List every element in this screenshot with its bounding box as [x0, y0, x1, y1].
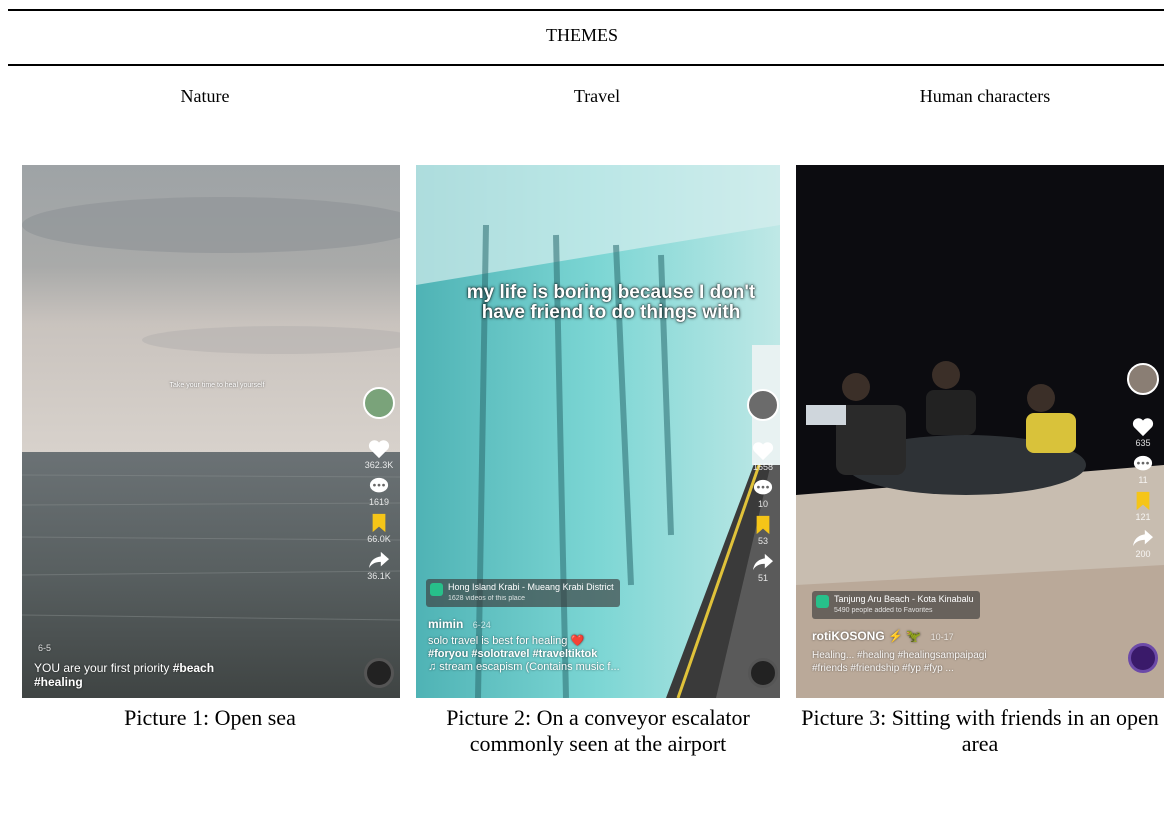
share-count: 36.1K	[367, 571, 391, 581]
location-name: Tanjung Aru Beach - Kota Kinabalu	[834, 594, 974, 604]
location-pin-icon	[816, 595, 829, 608]
comment-count: 10	[757, 499, 768, 509]
save-count: 66.0K	[367, 534, 391, 544]
post-date: 6-24	[472, 620, 491, 630]
caption-picture-1: Picture 1: Open sea	[124, 705, 296, 730]
share-icon[interactable]	[752, 552, 774, 572]
picture-2-airport-escalator: my life is boring because I don't have f…	[416, 165, 780, 698]
post-date: 10-17	[930, 632, 954, 642]
post-caption: YOU are your first priority #beach #heal…	[34, 661, 334, 689]
comment-count: 1619	[368, 497, 390, 507]
location-tag[interactable]: Tanjung Aru Beach - Kota Kinabalu 5490 p…	[812, 591, 980, 619]
comment-icon[interactable]	[752, 478, 774, 498]
avatar[interactable]	[1127, 363, 1159, 395]
picture-3-friends-open-area: 635 11 121 200 Tanjung Aru Beach - Kota …	[796, 165, 1164, 698]
heart-icon[interactable]	[1132, 417, 1154, 437]
post-caption: Healing... #healing #healingsampaipagi #…	[812, 649, 1112, 675]
comment-count: 11	[1138, 475, 1148, 485]
location-subtext: 1628 videos of this place	[448, 595, 526, 602]
hashtags[interactable]: #friends #friendship #fyp #fyp ...	[812, 663, 954, 674]
action-rail: 635 11 121 200	[1126, 363, 1160, 559]
share-count: 51	[757, 573, 768, 583]
caption-picture-3: Picture 3: Sitting with friends in an op…	[801, 705, 1159, 756]
caption-text: YOU are your first priority	[34, 661, 173, 675]
bookmark-icon[interactable]	[368, 513, 390, 533]
music-disc-icon[interactable]	[748, 658, 778, 688]
username[interactable]: mimin	[428, 617, 463, 631]
overlay-text: my life is boring because I don't have f…	[466, 282, 756, 323]
save-count: 53	[757, 536, 768, 546]
comment-icon[interactable]	[1132, 454, 1154, 474]
username[interactable]: rotiKOSONG ⚡ 🦖	[812, 629, 921, 643]
avatar[interactable]	[747, 389, 779, 421]
bookmark-icon[interactable]	[752, 515, 774, 535]
caption-picture-2: Picture 2: On a conveyor escalator commo…	[446, 705, 750, 756]
share-count: 200	[1135, 549, 1151, 559]
action-rail: 362.3K 1619 66.0K 36.1K	[362, 387, 396, 581]
column-heading-travel: Travel	[573, 86, 621, 106]
post-date: 6-5	[38, 641, 51, 655]
column-heading-nature: Nature	[180, 86, 230, 106]
heart-icon[interactable]	[368, 439, 390, 459]
overlay-text: Take your time to heal yourself	[169, 382, 265, 389]
like-count: 635	[1135, 438, 1151, 448]
like-count: 362.3K	[364, 460, 394, 470]
action-rail: 1658 10 53 51	[746, 389, 780, 583]
like-count: 1658	[752, 462, 774, 472]
music-disc-icon[interactable]	[1128, 643, 1158, 673]
save-count: 121	[1135, 512, 1151, 522]
share-icon[interactable]	[1132, 528, 1154, 548]
location-name: Hong Island Krabi - Mueang Krabi Distric…	[448, 582, 614, 592]
post-caption: solo travel is best for healing ❤️ #fory…	[428, 635, 748, 674]
hashtag-healing[interactable]: #healing	[34, 675, 83, 689]
comment-icon[interactable]	[368, 476, 390, 496]
caption-text: solo travel is best for healing ❤️	[428, 635, 585, 647]
column-heading-human: Human characters	[919, 86, 1051, 106]
hashtag-beach[interactable]: #beach	[173, 661, 214, 675]
location-subtext: 5490 people added to Favorites	[834, 607, 933, 614]
avatar[interactable]	[363, 387, 395, 419]
music-disc-icon[interactable]	[364, 658, 394, 688]
location-pin-icon	[430, 583, 443, 596]
post-author: mimin 6-24	[428, 617, 491, 632]
location-tag[interactable]: Hong Island Krabi - Mueang Krabi Distric…	[426, 579, 620, 607]
caption-text: Healing... #healing #healingsampaipagi	[812, 650, 987, 661]
open-sea-image	[22, 165, 400, 698]
share-icon[interactable]	[368, 550, 390, 570]
hashtags[interactable]: #foryou #solotravel #traveltiktok	[428, 648, 597, 660]
picture-1-open-sea: Take your time to heal yourself 362.3K 1…	[22, 165, 400, 698]
table-title: THEMES	[546, 25, 618, 45]
top-rule	[8, 9, 1164, 11]
music-label[interactable]: ♫ stream escapism (Contains music f...	[428, 661, 620, 673]
post-author: rotiKOSONG ⚡ 🦖 10-17	[812, 629, 954, 644]
header-rule	[8, 64, 1164, 66]
heart-icon[interactable]	[752, 441, 774, 461]
date-text: 6-5	[38, 643, 52, 653]
bookmark-icon[interactable]	[1132, 491, 1154, 511]
